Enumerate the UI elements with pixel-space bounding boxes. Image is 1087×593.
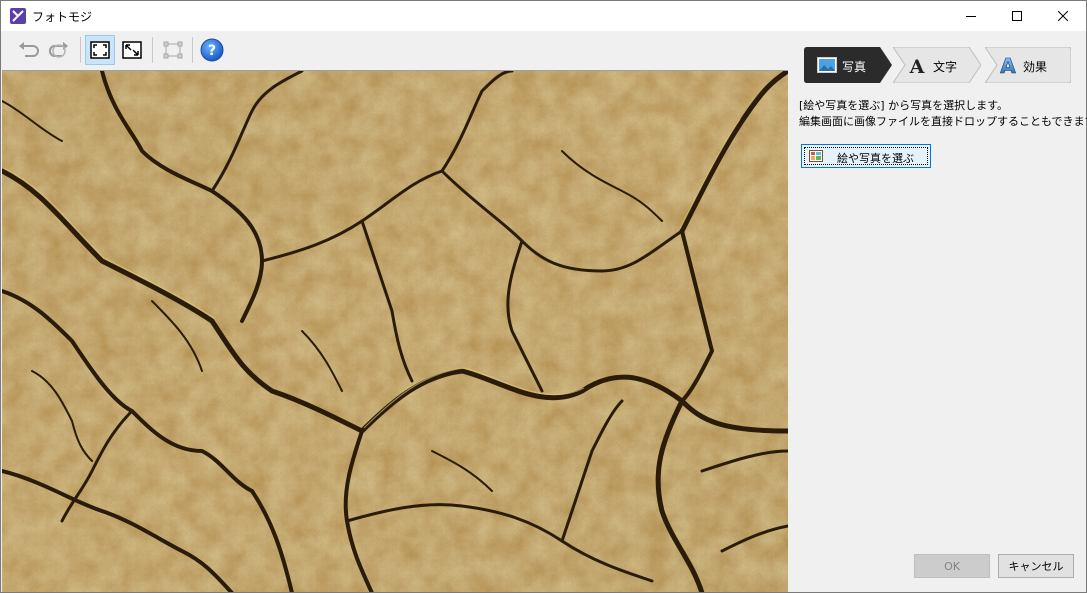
picture-select-icon (809, 150, 823, 162)
crop-selection-icon (163, 41, 183, 59)
select-picture-button-label: 絵や写真を選ぶ (837, 152, 914, 165)
step-tab-photo-label: 写真 (842, 60, 867, 74)
toolbar-separator (192, 37, 193, 63)
cancel-button[interactable]: キャンセル (998, 554, 1074, 578)
crop-selection-button[interactable] (158, 35, 188, 65)
fit-to-window-icon (90, 41, 110, 59)
minimize-button[interactable] (948, 1, 994, 31)
photo-canvas[interactable] (2, 70, 788, 592)
title-bar: フォトモジ (1, 1, 1086, 31)
step-tab-effect[interactable]: A 効果 (985, 47, 1071, 83)
redo-button[interactable] (44, 35, 74, 65)
select-picture-button[interactable]: 絵や写真を選ぶ (801, 144, 931, 168)
step-tab-text-label: 文字 (933, 60, 958, 74)
fit-to-window-button[interactable] (85, 35, 115, 65)
toolbar-separator (152, 37, 153, 63)
app-logo-icon (10, 8, 26, 24)
actual-size-button[interactable] (117, 35, 147, 65)
svg-text:A: A (909, 56, 925, 76)
undo-button[interactable] (13, 35, 43, 65)
svg-text:A: A (1000, 54, 1016, 76)
instruction-line-1: [絵や写真を選ぶ] から写真を選択します。 (799, 99, 1008, 112)
close-button[interactable] (1040, 1, 1086, 31)
help-icon: ? (200, 38, 224, 62)
step-tab-text[interactable]: A 文字 (893, 47, 981, 83)
undo-icon (19, 42, 39, 57)
redo-icon (48, 42, 68, 58)
instruction-text: [絵や写真を選ぶ] から写真を選択します。 編集画面に画像ファイルを直接ドロップ… (799, 98, 1087, 130)
effect-letter-icon: A (1000, 54, 1017, 76)
actual-size-icon (122, 41, 142, 59)
maximize-icon (1012, 11, 1022, 21)
maximize-button[interactable] (994, 1, 1040, 31)
window-title: フォトモジ (32, 10, 93, 24)
step-tab-photo[interactable]: 写真 (804, 47, 892, 83)
help-button[interactable]: ? (197, 35, 227, 65)
app-window: フォトモジ ? 写真 A 文字 A 効果 [絵や写真を選ぶ] から写真を選択しま… (0, 0, 1087, 593)
cracked-earth-photo (2, 71, 788, 592)
text-letter-icon: A (909, 56, 925, 76)
toolbar-separator (80, 37, 81, 63)
minimize-icon (966, 16, 976, 17)
step-tab-effect-label: 効果 (1023, 60, 1048, 74)
close-icon (1058, 11, 1068, 21)
svg-text:?: ? (208, 43, 216, 59)
instruction-line-2: 編集画面に画像ファイルを直接ドロップすることもできます。 (799, 115, 1087, 128)
ok-button[interactable]: OK (914, 554, 990, 578)
side-panel: 写真 A 文字 A 効果 [絵や写真を選ぶ] から写真を選択します。 編集画面に… (789, 31, 1087, 592)
photo-icon (817, 57, 837, 73)
